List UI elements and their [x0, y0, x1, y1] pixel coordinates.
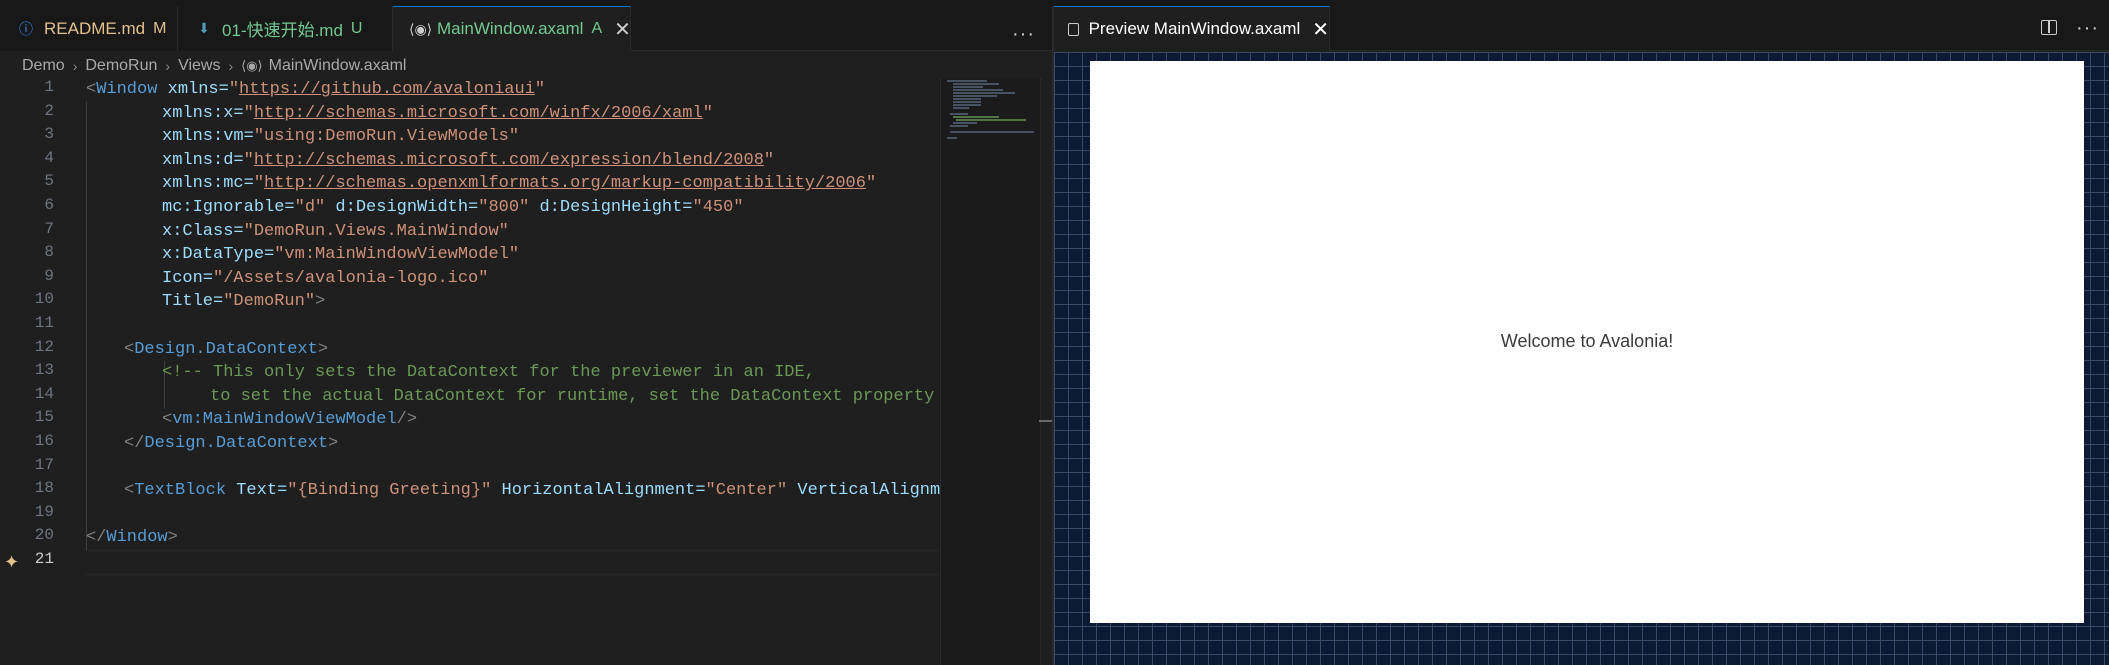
code-line: x:DataType="vm:MainWindowViewModel": [162, 245, 520, 265]
minimap-line: [953, 98, 981, 100]
more-actions-icon[interactable]: ···: [2076, 17, 2099, 40]
minimap-line: [953, 95, 997, 97]
minimap-line: [953, 92, 1015, 94]
tab-label: README.md: [44, 18, 146, 38]
line-number: 1: [44, 78, 54, 96]
minimap-line: [950, 131, 1034, 133]
line-number: 8: [44, 243, 54, 262]
minimap-line: [950, 125, 968, 127]
info-icon: ⓘ: [19, 20, 33, 37]
line-number: 9: [44, 266, 54, 285]
current-line-highlight: [84, 550, 940, 575]
close-icon[interactable]: ✕: [1312, 17, 1329, 42]
minimap-line: [956, 119, 1026, 121]
tab-preview[interactable]: Preview MainWindow.axaml ✕: [1054, 6, 1330, 51]
chevron-right-icon: ›: [228, 58, 234, 74]
minimap-line: [953, 86, 983, 88]
editor-tab-bar: ⓘ README.md M ⬇ 01-快速开始.md U ⟨◉⟩ MainWin…: [0, 6, 1052, 51]
code-line: </Design.DataContext>: [124, 434, 339, 453]
line-number: 6: [44, 196, 54, 214]
more-actions-icon[interactable]: ···: [1012, 23, 1035, 46]
chevron-right-icon: ›: [72, 58, 78, 74]
code-line: <TextBlock Text="{Binding Greeting}" Hor…: [124, 481, 940, 501]
tab-readme[interactable]: ⓘ README.md M: [0, 6, 178, 51]
minimap-line: [950, 113, 968, 115]
breadcrumb-item[interactable]: MainWindow.axaml: [269, 57, 407, 75]
minimap-line: [953, 122, 977, 124]
code-line: xmlns:x="http://schemas.microsoft.com/wi…: [162, 103, 713, 123]
minimap[interactable]: [940, 78, 1041, 665]
line-number: 18: [34, 479, 54, 498]
sparkle-icon[interactable]: ✦: [4, 552, 19, 573]
minimap-line: [953, 116, 999, 118]
tab-mainwindow[interactable]: ⟨◉⟩ MainWindow.axaml A ✕: [393, 6, 631, 51]
code-line: to set the actual DataContext for runtim…: [210, 386, 940, 406]
minimap-line: [953, 89, 1003, 91]
line-number: 4: [44, 148, 54, 167]
code-line: Icon="/Assets/avalonia-logo.ico": [162, 268, 489, 288]
line-number: 20: [34, 526, 54, 545]
line-number: 5: [44, 172, 54, 191]
preview-tab-bar: Preview MainWindow.axaml ✕ ···: [1054, 6, 2109, 51]
preview-window: Welcome to Avalonia!: [1090, 61, 2084, 623]
code-line: </Window>: [86, 528, 178, 548]
line-number: 14: [34, 384, 54, 403]
line-number: 15: [34, 408, 54, 427]
tab-status: M: [153, 19, 167, 37]
line-number: 7: [44, 219, 54, 238]
tab-quickstart[interactable]: ⬇ 01-快速开始.md U: [178, 6, 393, 51]
line-number: 17: [34, 455, 54, 474]
code-line: <Window xmlns="https://github.com/avalon…: [86, 80, 546, 99]
line-number: 16: [34, 432, 54, 450]
code-line: xmlns:vm="using:DemoRun.ViewModels": [162, 127, 520, 147]
minimap-line: [953, 83, 999, 85]
code-line: xmlns:d="http://schemas.microsoft.com/ex…: [162, 150, 775, 170]
code-line: <vm:MainWindowViewModel/>: [162, 410, 418, 430]
tab-status: U: [350, 19, 363, 37]
line-number: 2: [44, 101, 54, 120]
code-line: xmlns:mc="http://schemas.openxmlformats.…: [162, 174, 877, 194]
line-number-current: 21: [34, 550, 54, 568]
chevron-right-icon: ›: [165, 58, 171, 74]
line-number: 3: [44, 125, 54, 144]
line-number: 10: [34, 290, 54, 309]
code-line: <Design.DataContext>: [124, 339, 329, 359]
line-number: 12: [34, 337, 54, 356]
minimap-line: [953, 104, 981, 106]
minimap-line: [953, 101, 981, 103]
split-editor-icon[interactable]: [2041, 20, 2057, 35]
code-editor[interactable]: 1 2 3 4 5 6 7 8 9 10 11 12 13 14 15 16 1…: [0, 78, 940, 665]
breadcrumb-item[interactable]: DemoRun: [85, 57, 157, 75]
tab-status: A: [591, 20, 603, 37]
code-line: <!-- This only sets the DataContext for …: [162, 363, 815, 383]
tab-label: 01-快速开始.md: [222, 21, 343, 40]
xml-brackets-icon: ⟨◉⟩: [241, 58, 263, 73]
breadcrumb: Demo › DemoRun › Views › ⟨◉⟩ MainWindow.…: [22, 54, 406, 78]
tab-label: MainWindow.axaml: [437, 19, 584, 38]
code-line: Title="DemoRun">: [162, 292, 326, 312]
code-line: x:Class="DemoRun.Views.MainWindow": [162, 221, 509, 241]
minimap-line: [953, 107, 969, 109]
line-number: 19: [34, 502, 54, 521]
code-line: mc:Ignorable="d" d:DesignWidth="800" d:D…: [162, 198, 744, 217]
close-icon[interactable]: ✕: [614, 17, 631, 42]
minimap-line: [947, 80, 987, 82]
breadcrumb-item[interactable]: Demo: [22, 57, 65, 75]
line-number: 13: [34, 361, 54, 380]
scrollbar-marker: [1039, 420, 1053, 422]
indent-guide: [86, 102, 87, 550]
tab-label: Preview MainWindow.axaml: [1088, 19, 1301, 38]
minimap-line: [947, 137, 957, 139]
welcome-text: Welcome to Avalonia!: [1500, 331, 1674, 351]
download-arrow-icon: ⬇: [198, 20, 210, 36]
preview-icon: [1068, 22, 1079, 36]
xml-brackets-icon: ⟨◉⟩: [409, 20, 433, 37]
breadcrumb-item[interactable]: Views: [178, 57, 220, 75]
line-number: 11: [34, 314, 54, 332]
